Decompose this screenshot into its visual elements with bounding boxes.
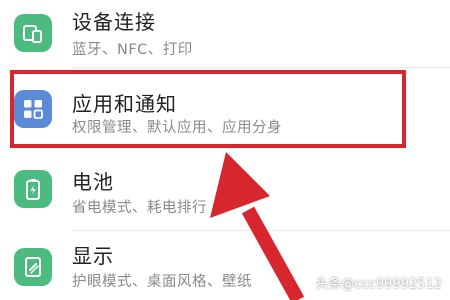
watermark: 头条@ccc99992512 [315, 277, 442, 292]
red-arrow-annotation [210, 152, 305, 300]
